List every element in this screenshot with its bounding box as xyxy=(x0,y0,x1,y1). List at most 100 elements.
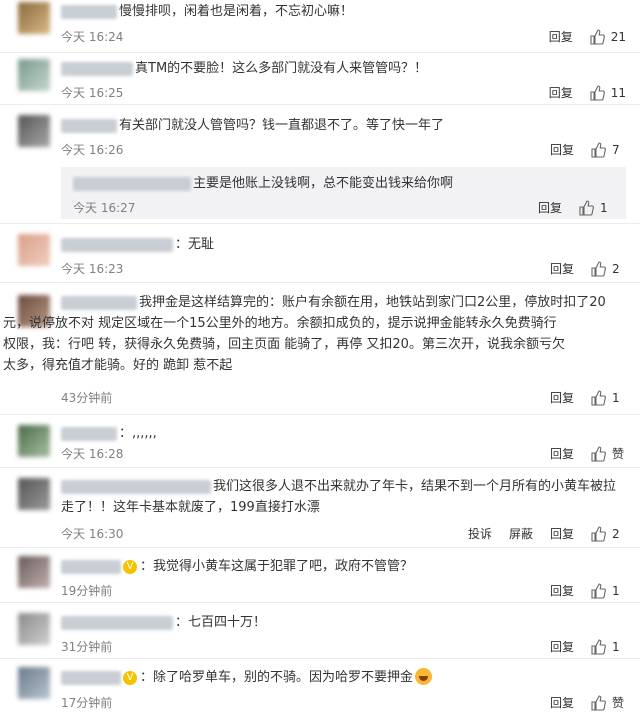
username[interactable] xyxy=(61,479,211,494)
avatar[interactable] xyxy=(18,59,50,91)
reply-button[interactable]: 回复 xyxy=(550,582,574,599)
comment-item: 慢慢排呗，闲着也是闲着，不忘初心嘛！ 今天 16:24 回复 21 xyxy=(0,0,640,52)
comment-text: ：无耻 xyxy=(61,234,626,255)
comment-actions: 回复 11 xyxy=(532,84,626,101)
vip-badge-icon: V xyxy=(123,559,137,574)
like-button[interactable]: 11 xyxy=(589,84,626,101)
like-count: 7 xyxy=(612,142,620,157)
reply-meta: 今天 16:27 回复 1 xyxy=(73,199,614,217)
like-count: 1 xyxy=(612,583,620,598)
like-button[interactable]: 2 xyxy=(590,525,626,542)
avatar[interactable] xyxy=(18,234,50,266)
like-button[interactable]: 1 xyxy=(578,199,614,216)
like-button[interactable]: 赞 xyxy=(590,694,626,711)
timestamp: 今天 16:28 xyxy=(61,447,124,461)
comment-actions: 投诉 屏蔽 回复 2 xyxy=(451,525,626,542)
comment-text-line: 走了！！这年卡基本就废了，199直接打水漂 xyxy=(61,500,320,515)
comment-text-line: 权限，我：行吧 转，获得永久免费骑，回主页面 能骑了，再停 又扣20。第三次开，… xyxy=(3,337,565,352)
reply-button[interactable]: 回复 xyxy=(550,141,574,158)
thumbs-up-icon xyxy=(591,389,606,406)
username[interactable] xyxy=(61,4,117,19)
comment-text: 我们这很多人退不出来就办了年卡，结果不到一个月所有的小黄车被拉 走了！！这年卡基… xyxy=(61,476,626,518)
comment-meta: 17分钟前 回复 赞 xyxy=(61,694,626,712)
timestamp: 今天 16:23 xyxy=(61,262,124,276)
comment-meta: 31分钟前 回复 1 xyxy=(61,638,626,656)
block-button[interactable]: 屏蔽 xyxy=(509,525,533,542)
avatar[interactable] xyxy=(18,425,50,457)
like-count: 11 xyxy=(610,85,626,100)
timestamp: 今天 16:27 xyxy=(73,201,136,215)
like-button[interactable]: 赞 xyxy=(590,445,626,462)
comment-text: 我押金是这样结算完的：账户有余额在用，地铁站到家门口2公里，停放时扣了20 元，… xyxy=(3,292,626,376)
reply-button[interactable]: 回复 xyxy=(549,84,573,101)
username[interactable] xyxy=(61,237,173,252)
comment-meta: 今天 16:25 回复 11 xyxy=(61,84,626,102)
username[interactable] xyxy=(61,295,137,310)
like-label: 赞 xyxy=(612,447,625,461)
like-button[interactable]: 1 xyxy=(590,389,626,406)
thumbs-up-icon xyxy=(591,638,606,655)
comment-meta: 今天 16:26 回复 7 xyxy=(61,141,626,159)
comment-item: 真TM的不要脸！这么多部门就没有人来管管吗？！ 今天 16:25 回复 11 xyxy=(0,53,640,104)
comment-actions: 回复 21 xyxy=(532,28,626,45)
comment-text-line: 元，说停放不对 规定区域在一个15公里外的地方。余额扣成负的，提示说押金能转永久… xyxy=(3,316,557,331)
comment-text: ：,,,,,, xyxy=(61,423,626,444)
comment-text: 有关部门就没人管管吗？钱一直都退不了。等了快一年了 xyxy=(61,115,626,136)
comment-actions: 回复 1 xyxy=(533,389,626,406)
reply-button[interactable]: 回复 xyxy=(550,260,574,277)
reply-button[interactable]: 回复 xyxy=(550,638,574,655)
comment-item: ：七百四十万！ 31分钟前 回复 1 xyxy=(0,603,640,658)
comment-text: ：七百四十万！ xyxy=(61,612,626,633)
reply-button[interactable]: 回复 xyxy=(550,525,574,542)
thumbs-up-icon xyxy=(591,582,606,599)
comment-item: 有关部门就没人管管吗？钱一直都退不了。等了快一年了 今天 16:26 回复 7 … xyxy=(0,105,640,223)
timestamp: 今天 16:25 xyxy=(61,86,124,100)
username[interactable] xyxy=(61,61,133,76)
avatar[interactable] xyxy=(18,478,50,510)
comment-text: 慢慢排呗，闲着也是闲着，不忘初心嘛！ xyxy=(61,1,626,22)
like-button[interactable]: 1 xyxy=(590,582,626,599)
like-count: 1 xyxy=(612,639,620,654)
comment-item: 我们这很多人退不出来就办了年卡，结果不到一个月所有的小黄车被拉 走了！！这年卡基… xyxy=(0,468,640,547)
comment-item: V ：我觉得小黄车这属于犯罪了吧，政府不管管？ 19分钟前 回复 1 xyxy=(0,548,640,602)
avatar[interactable] xyxy=(18,2,50,34)
comment-meta: 今天 16:28 回复 赞 xyxy=(61,445,626,463)
comment-meta: 今天 16:23 回复 2 xyxy=(61,260,626,278)
thumbs-up-icon xyxy=(579,199,594,216)
timestamp: 19分钟前 xyxy=(61,584,113,598)
report-button[interactable]: 投诉 xyxy=(468,525,492,542)
like-button[interactable]: 1 xyxy=(590,638,626,655)
username[interactable] xyxy=(61,118,117,133)
reply-button[interactable]: 回复 xyxy=(549,28,573,45)
username[interactable] xyxy=(73,176,191,191)
thumbs-up-icon xyxy=(591,525,606,542)
like-count: 1 xyxy=(612,390,620,405)
avatar[interactable] xyxy=(18,115,50,147)
username[interactable] xyxy=(61,670,121,685)
comment-actions: 回复 1 xyxy=(533,582,626,599)
username[interactable] xyxy=(61,615,173,630)
comment-actions: 回复 赞 xyxy=(533,445,626,462)
like-button[interactable]: 2 xyxy=(590,260,626,277)
reply-button[interactable]: 回复 xyxy=(538,199,562,216)
comment-meta: 43分钟前 回复 1 xyxy=(61,389,626,407)
comment-meta: 19分钟前 回复 1 xyxy=(61,582,626,600)
comment-item: ：,,,,,, 今天 16:28 回复 赞 xyxy=(0,415,640,467)
like-button[interactable]: 7 xyxy=(590,141,626,158)
reply-button[interactable]: 回复 xyxy=(550,389,574,406)
comment-item: V ：除了哈罗单车，别的不骑。因为哈罗不要押金 17分钟前 回复 赞 xyxy=(0,659,640,716)
reply-button[interactable]: 回复 xyxy=(550,445,574,462)
avatar[interactable] xyxy=(18,556,50,588)
timestamp: 31分钟前 xyxy=(61,640,113,654)
nested-reply: 主要是他账上没钱啊，总不能变出钱来给你啊 今天 16:27 回复 1 xyxy=(61,167,626,219)
like-button[interactable]: 21 xyxy=(589,28,626,45)
reply-button[interactable]: 回复 xyxy=(550,694,574,711)
timestamp: 43分钟前 xyxy=(61,391,113,405)
like-label: 赞 xyxy=(612,696,625,710)
comment-meta: 今天 16:24 回复 21 xyxy=(61,28,626,46)
username[interactable] xyxy=(61,426,117,441)
comment-actions: 回复 赞 xyxy=(533,694,626,711)
avatar[interactable] xyxy=(18,667,50,699)
username[interactable] xyxy=(61,559,121,574)
avatar[interactable] xyxy=(18,613,50,645)
